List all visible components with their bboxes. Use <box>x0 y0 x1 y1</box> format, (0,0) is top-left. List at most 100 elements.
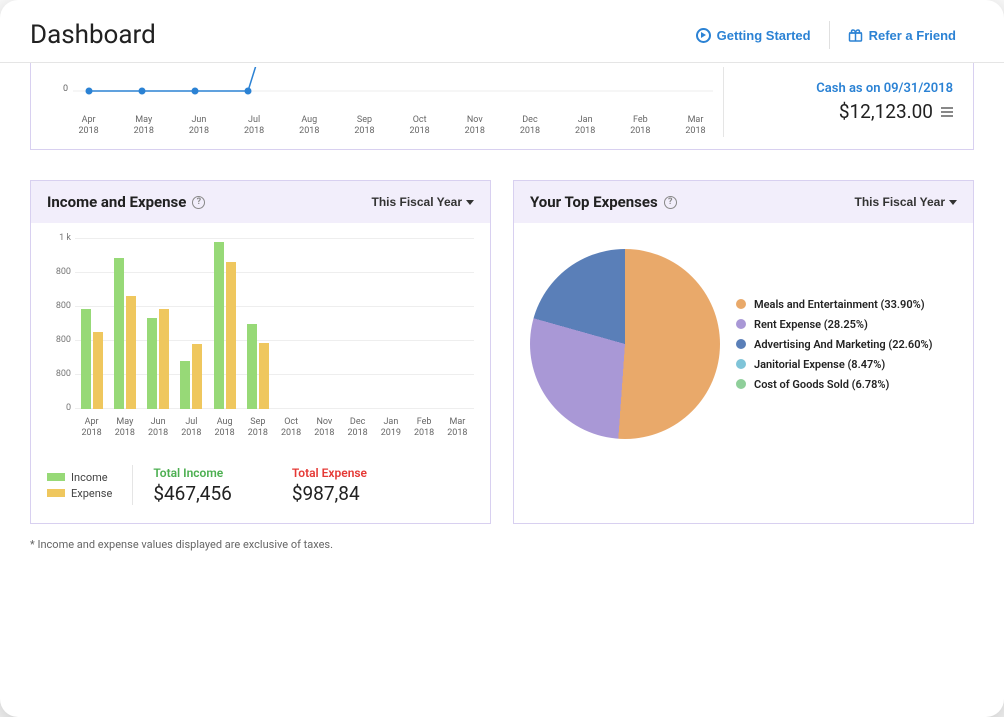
bar-group <box>374 239 407 409</box>
legend: Income Expense <box>47 468 112 503</box>
legend-label: Rent Expense (28.25%) <box>754 318 868 331</box>
help-icon[interactable]: ? <box>664 196 677 209</box>
page-title: Dashboard <box>30 20 156 50</box>
income-expense-card: Income and Expense ? This Fiscal Year 08… <box>30 180 491 524</box>
header-actions: Getting Started Refer a Friend <box>678 21 974 49</box>
x-label: Aug2018 <box>208 417 241 439</box>
legend-dot <box>736 359 746 369</box>
bar-group <box>341 239 374 409</box>
x-label: Jul2018 <box>175 417 208 439</box>
legend-income: Income <box>47 471 112 484</box>
bar-group <box>241 239 274 409</box>
footnote: * Income and expense values displayed ar… <box>30 538 974 551</box>
legend-dot <box>736 379 746 389</box>
x-label: Feb2018 <box>408 417 441 439</box>
bar-expense <box>159 309 169 409</box>
caret-down-icon <box>466 200 474 205</box>
gift-icon <box>848 28 863 42</box>
bar-expense <box>259 343 269 409</box>
x-label: Oct2018 <box>392 115 447 137</box>
x-label: Jun2018 <box>171 115 226 137</box>
y-tick: 800 <box>47 335 71 345</box>
x-label: Mar2018 <box>668 115 723 137</box>
bar-expense <box>126 296 136 409</box>
x-label: Dec2018 <box>341 417 374 439</box>
y-tick: 1 k <box>47 233 71 243</box>
bar-group <box>208 239 241 409</box>
legend-expense: Expense <box>47 487 112 500</box>
x-label: Nov2018 <box>447 115 502 137</box>
x-label: Jul2018 <box>227 115 282 137</box>
bar-expense <box>93 332 103 409</box>
pie-legend-item: Janitorial Expense (8.47%) <box>736 358 932 371</box>
bar-expense <box>226 262 236 409</box>
x-label: Jan2019 <box>374 417 407 439</box>
page-header: Dashboard Getting Started Refer a Friend <box>0 0 1004 63</box>
x-label: Dec2018 <box>502 115 557 137</box>
bar-income <box>147 318 157 409</box>
x-label: Oct2018 <box>275 417 308 439</box>
pie-legend-item: Advertising And Marketing (22.60%) <box>736 338 932 351</box>
legend-label: Meals and Entertainment (33.90%) <box>754 298 925 311</box>
x-label: Jun2018 <box>142 417 175 439</box>
bar-group <box>175 239 208 409</box>
x-label: Sep2018 <box>337 115 392 137</box>
top-expenses-pie <box>530 249 720 439</box>
cash-flow-card: 0 Apr2018May2018Jun2018Jul2018Aug2018Sep… <box>30 63 974 150</box>
period-select[interactable]: This Fiscal Year <box>855 195 958 209</box>
x-label: Aug2018 <box>282 115 337 137</box>
help-icon[interactable]: ? <box>192 196 205 209</box>
x-label: Feb2018 <box>613 115 668 137</box>
y-tick: 800 <box>47 369 71 379</box>
period-select[interactable]: This Fiscal Year <box>372 195 475 209</box>
cash-value: $12,123.00 <box>839 100 953 123</box>
refer-friend-label: Refer a Friend <box>869 28 956 43</box>
legend-dot <box>736 339 746 349</box>
bar-group <box>275 239 308 409</box>
bar-group <box>142 239 175 409</box>
bar-group <box>108 239 141 409</box>
x-label: May2018 <box>116 115 171 137</box>
legend-dot <box>736 299 746 309</box>
card-header: Income and Expense ? This Fiscal Year <box>31 181 490 223</box>
x-label: Apr2018 <box>61 115 116 137</box>
top-expenses-card: Your Top Expenses ? This Fiscal Year Mea… <box>513 180 974 524</box>
bar-income <box>247 324 257 409</box>
pie-legend-item: Meals and Entertainment (33.90%) <box>736 298 932 311</box>
income-expense-chart: 08008008008001 k Apr2018May2018Jun2018Ju… <box>75 239 474 439</box>
total-expense: Total Expense $987,84 <box>292 466 367 505</box>
getting-started-link[interactable]: Getting Started <box>678 21 829 49</box>
bar-income <box>180 361 190 409</box>
bar-expense <box>192 344 202 409</box>
pie-legend: Meals and Entertainment (33.90%) Rent Exp… <box>736 291 932 398</box>
legend-dot <box>736 319 746 329</box>
cash-flow-chart: 0 Apr2018May2018Jun2018Jul2018Aug2018Sep… <box>51 67 723 137</box>
card-title: Income and Expense ? <box>47 193 205 211</box>
x-label: Nov2018 <box>308 417 341 439</box>
y-tick: 0 <box>47 403 71 413</box>
legend-label: Cost of Goods Sold (6.78%) <box>754 378 889 391</box>
cash-as-on-link[interactable]: Cash as on 09/31/2018 <box>816 81 953 96</box>
getting-started-label: Getting Started <box>717 28 811 43</box>
x-label: May2018 <box>108 417 141 439</box>
bar-group <box>441 239 474 409</box>
y-tick: 800 <box>47 267 71 277</box>
menu-icon[interactable] <box>941 105 953 119</box>
legend-swatch-expense <box>47 489 65 497</box>
y-tick: 800 <box>47 301 71 311</box>
pie-legend-item: Rent Expense (28.25%) <box>736 318 932 331</box>
legend-label: Advertising And Marketing (22.60%) <box>754 338 932 351</box>
card-title: Your Top Expenses ? <box>530 193 677 211</box>
legend-label: Janitorial Expense (8.47%) <box>754 358 885 371</box>
cash-info: Cash as on 09/31/2018 $12,123.00 <box>723 67 953 137</box>
refer-friend-link[interactable]: Refer a Friend <box>829 21 974 49</box>
card-header: Your Top Expenses ? This Fiscal Year <box>514 181 973 223</box>
legend-swatch-income <box>47 473 65 481</box>
x-label: Mar2018 <box>441 417 474 439</box>
bar-income <box>81 309 91 409</box>
bar-group <box>75 239 108 409</box>
x-label: Apr2018 <box>75 417 108 439</box>
totals-row: Income Expense Total Income $467,456 Tot… <box>47 453 474 505</box>
bar-income <box>114 258 124 409</box>
cash-ytick-0: 0 <box>63 84 68 94</box>
